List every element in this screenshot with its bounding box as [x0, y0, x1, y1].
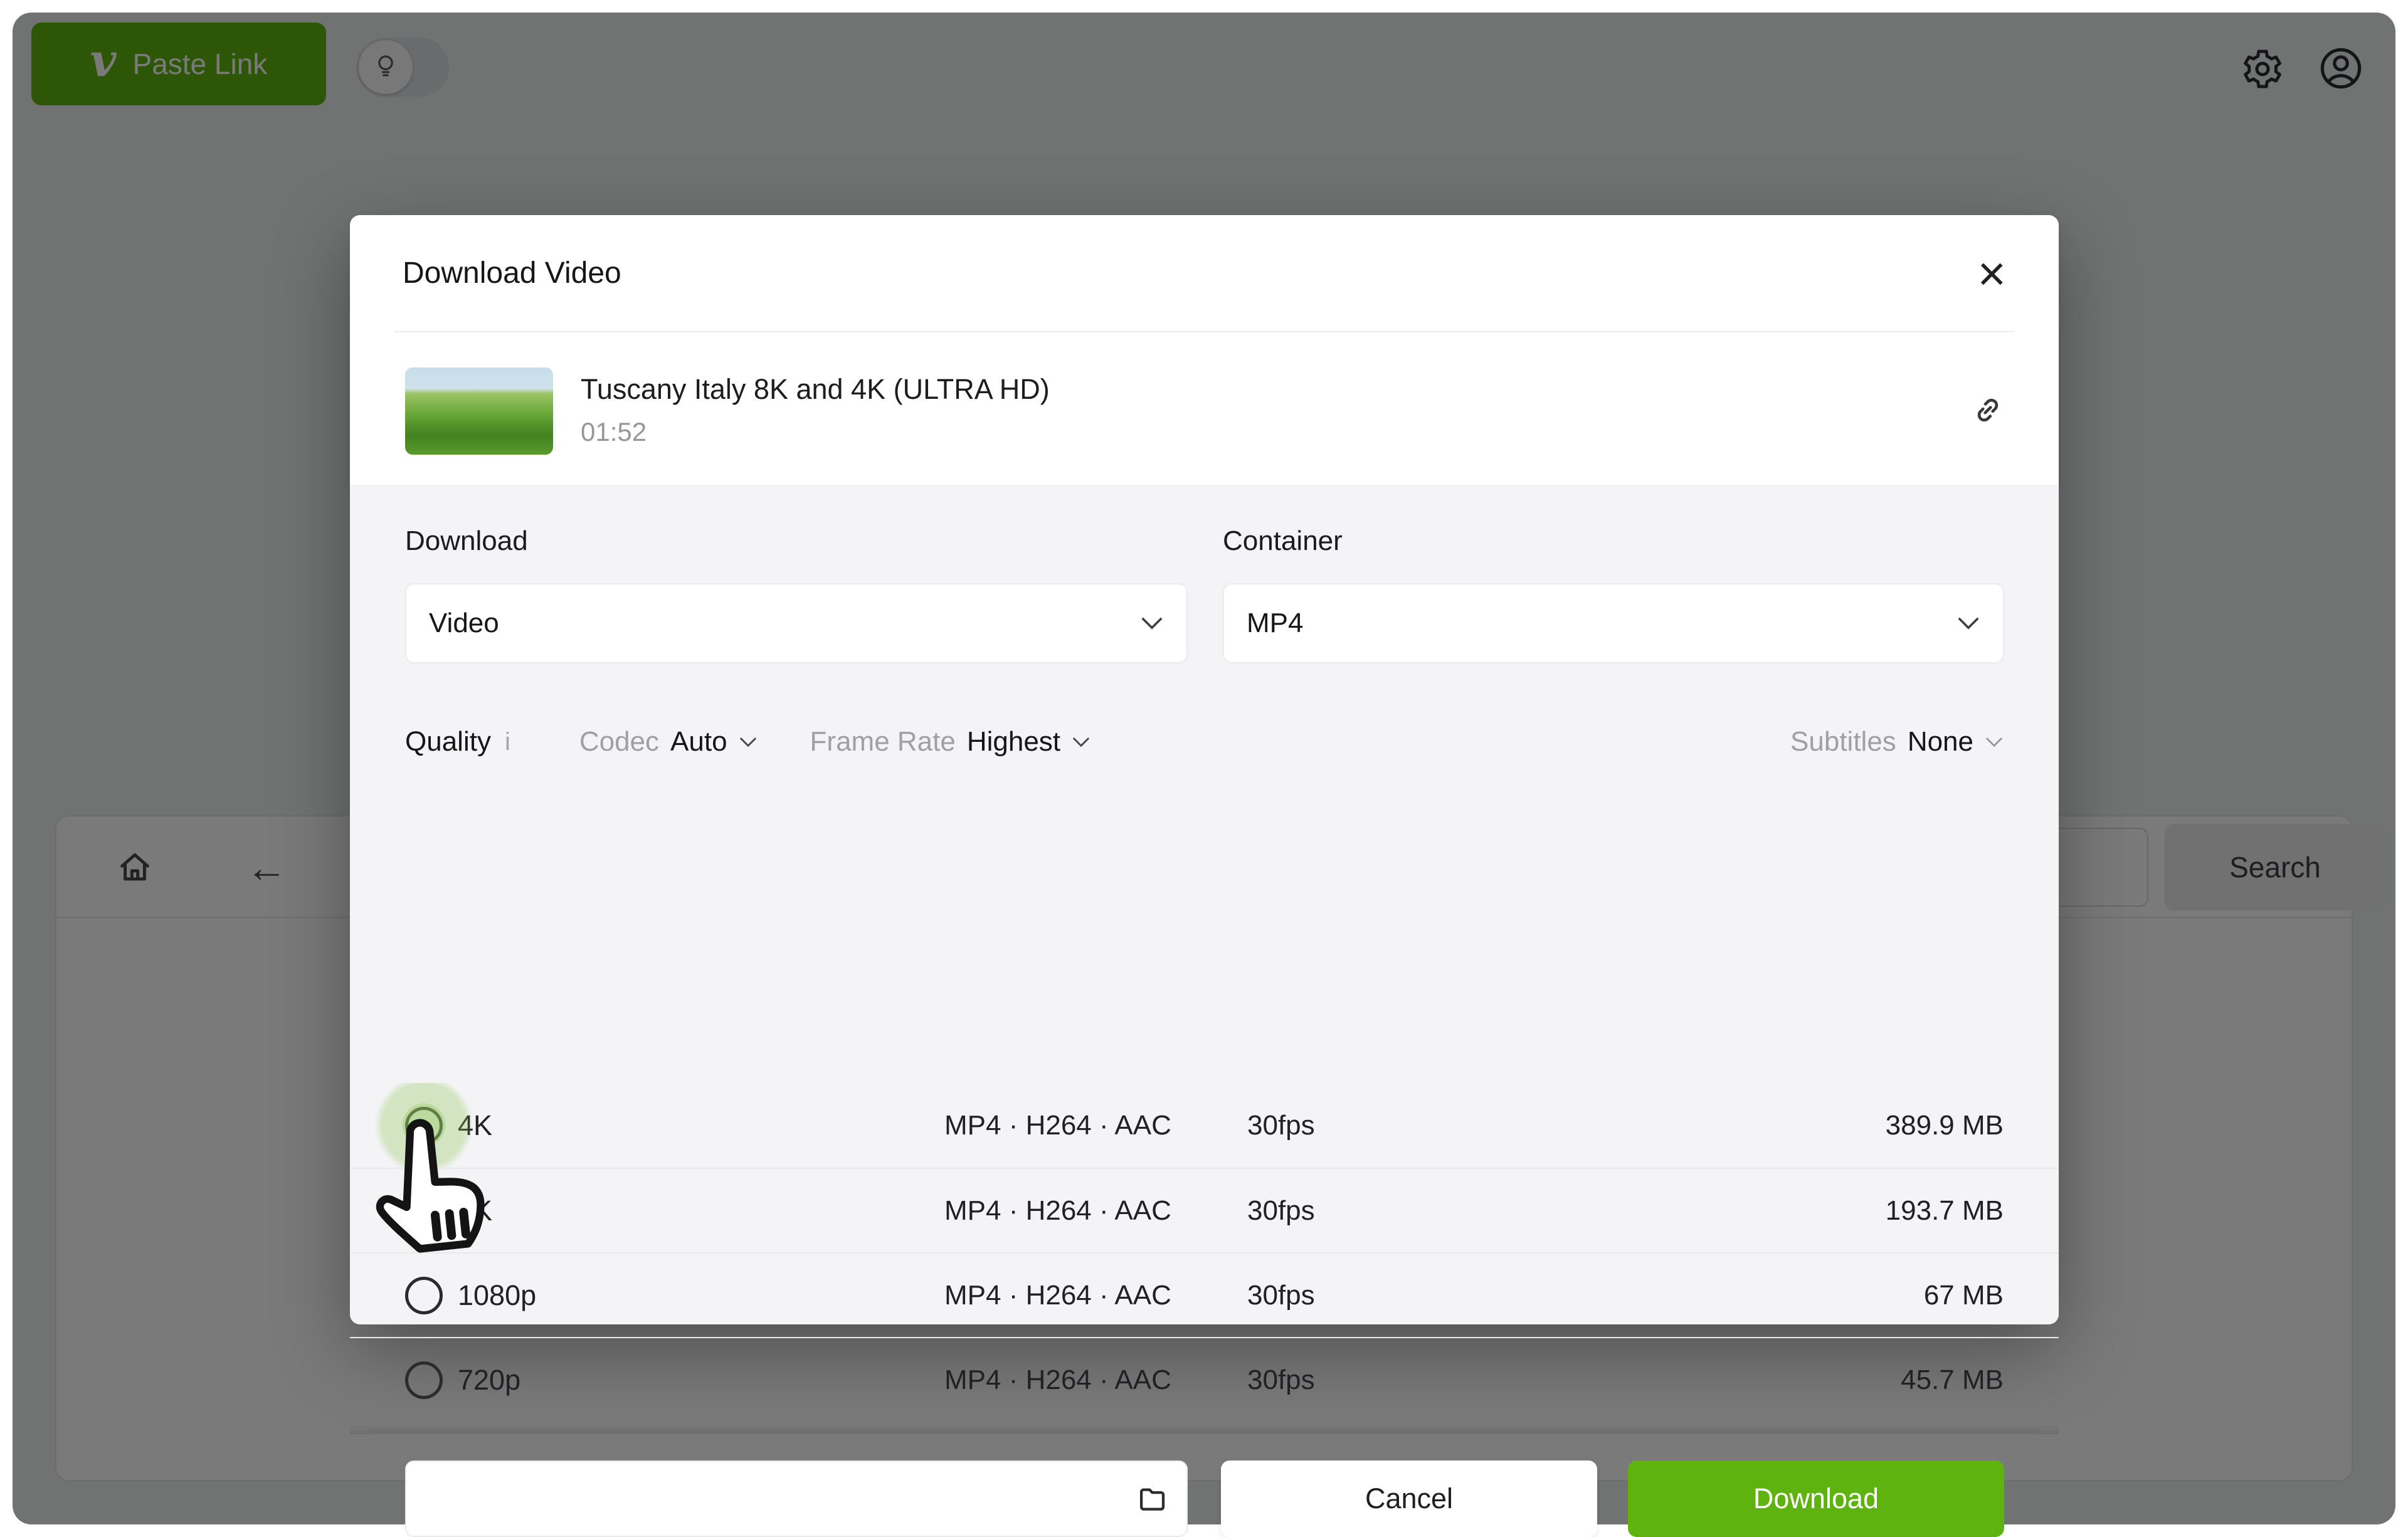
download-video-dialog: Download Video × Tuscany Italy 8K and 4K…: [350, 215, 2059, 1537]
container-section-label: Container: [1223, 526, 1343, 556]
download-section-label: Download: [405, 526, 528, 556]
folder-icon[interactable]: [1135, 1482, 1169, 1516]
quality-options-row: Quality i Codec Auto Frame Rate Highest: [405, 721, 2004, 763]
dialog-title: Download Video: [403, 256, 621, 290]
codec-info: MP4 · H264 · AAC: [944, 1109, 1171, 1141]
download-type-value: Video: [429, 608, 499, 638]
quality-row-2k[interactable]: 2K MP4 · H264 · AAC 30fps 193.7 MB: [350, 1168, 2059, 1252]
video-duration: 01:52: [581, 417, 647, 446]
radio-button[interactable]: [405, 1191, 443, 1230]
chevron-down-icon: [1140, 616, 1164, 631]
subtitles-value: None: [1907, 726, 1973, 757]
cancel-button[interactable]: Cancel: [1221, 1460, 1597, 1537]
codec-dropdown[interactable]: Codec Auto: [579, 726, 758, 758]
codec-label: Codec: [579, 726, 660, 757]
link-icon[interactable]: [1970, 392, 2006, 430]
codec-info: MP4 · H264 · AAC: [944, 1195, 1171, 1226]
screenshot-stage: v Paste Link: [0, 0, 2408, 1537]
download-type-select[interactable]: Video: [405, 583, 1188, 663]
save-path-input[interactable]: [424, 1483, 1135, 1514]
subtitles-label: Subtitles: [1790, 726, 1896, 757]
quality-label: Quality: [405, 726, 491, 757]
chevron-down-icon: [1072, 736, 1090, 748]
header-divider: [394, 331, 2015, 332]
quality-list: 4K MP4 · H264 · AAC 30fps 389.9 MB 2K MP…: [350, 1083, 2059, 1433]
frame-rate-dropdown[interactable]: Frame Rate Highest: [810, 726, 1090, 758]
file-size: 193.7 MB: [1885, 1195, 2004, 1226]
container-select[interactable]: MP4: [1223, 583, 2004, 663]
footer-shadow: [350, 1424, 2059, 1434]
info-icon[interactable]: i: [505, 728, 510, 756]
codec-info: MP4 · H264 · AAC: [944, 1279, 1171, 1311]
quality-label: 4K: [458, 1109, 493, 1141]
container-value: MP4: [1247, 608, 1304, 638]
save-path-field[interactable]: [405, 1460, 1188, 1537]
fps-info: 30fps: [1247, 1109, 1315, 1141]
dialog-top-section: Download Video × Tuscany Italy 8K and 4K…: [350, 215, 2059, 485]
codec-value: Auto: [670, 726, 727, 757]
dialog-header: Download Video ×: [350, 215, 2059, 331]
download-button[interactable]: Download: [1628, 1460, 2004, 1537]
frame-rate-value: Highest: [966, 726, 1061, 757]
fps-info: 30fps: [1247, 1195, 1315, 1226]
quality-row-720p[interactable]: 720p MP4 · H264 · AAC 30fps 45.7 MB: [350, 1337, 2059, 1422]
subtitles-dropdown[interactable]: Subtitles None: [1790, 726, 2004, 758]
video-thumbnail: [405, 367, 553, 455]
codec-info: MP4 · H264 · AAC: [944, 1364, 1171, 1395]
radio-button[interactable]: [405, 1106, 443, 1144]
quality-row-1080p[interactable]: 1080p MP4 · H264 · AAC 30fps 67 MB: [350, 1252, 2059, 1337]
file-size: 389.9 MB: [1885, 1109, 2004, 1141]
dialog-body: Download Container Video MP4 Quality i C…: [350, 485, 2059, 1537]
quality-label: 2K: [458, 1194, 493, 1227]
radio-button[interactable]: [405, 1361, 443, 1399]
fps-info: 30fps: [1247, 1279, 1315, 1311]
quality-label: 720p: [458, 1363, 521, 1396]
chevron-down-icon: [1956, 616, 1980, 631]
quality-row-4k[interactable]: 4K MP4 · H264 · AAC 30fps 389.9 MB: [350, 1083, 2059, 1181]
chevron-down-icon: [739, 736, 758, 748]
frame-rate-label: Frame Rate: [810, 726, 956, 757]
close-icon[interactable]: ×: [1977, 249, 2006, 298]
video-title: Tuscany Italy 8K and 4K (ULTRA HD): [581, 373, 1050, 405]
fps-info: 30fps: [1247, 1364, 1315, 1395]
file-size: 67 MB: [1923, 1279, 2004, 1311]
quality-label: 1080p: [458, 1279, 537, 1311]
chevron-down-icon: [1985, 736, 2004, 748]
radio-button[interactable]: [405, 1276, 443, 1314]
file-size: 45.7 MB: [1901, 1364, 2004, 1395]
